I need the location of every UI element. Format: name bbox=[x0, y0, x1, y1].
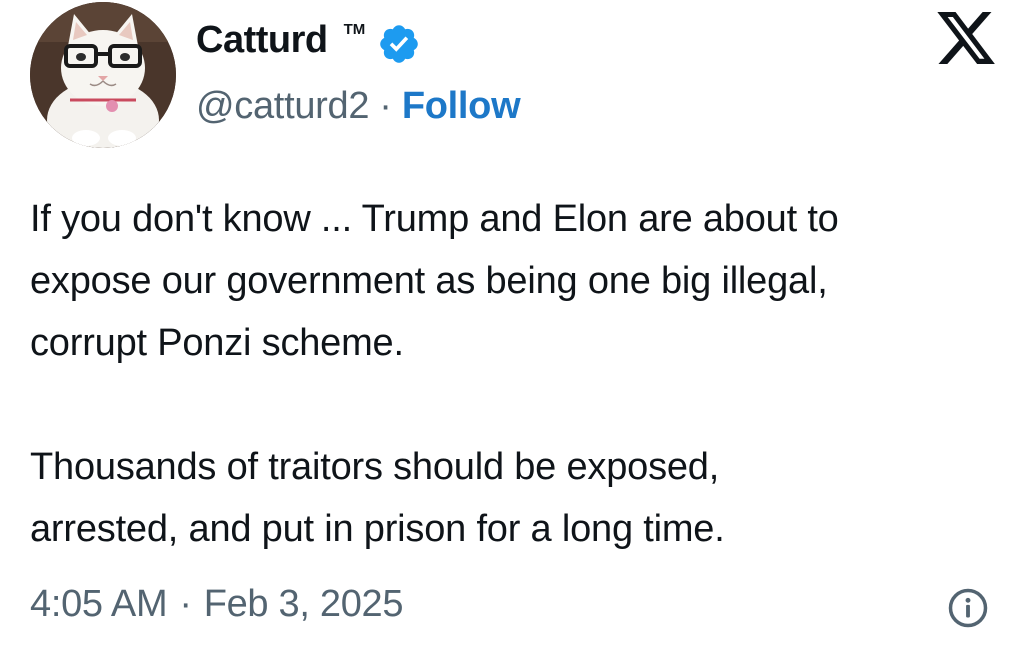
tweet-time: 4:05 AM bbox=[30, 582, 168, 625]
author-handle-row: @catturd2 · Follow bbox=[196, 80, 521, 132]
timestamp-separator: · bbox=[179, 582, 192, 625]
tweet-paragraph: If you don't know ... Trump and Elon are… bbox=[30, 198, 839, 364]
tweet-paragraph: Thousands of traitors should be exposed,… bbox=[30, 446, 725, 550]
tweet-text: If you don't know ... Trump and Elon are… bbox=[30, 188, 1015, 560]
author-avatar[interactable] bbox=[30, 2, 176, 148]
tweet-timestamp[interactable]: 4:05 AM · Feb 3, 2025 bbox=[30, 578, 404, 630]
verified-badge-icon bbox=[380, 25, 419, 63]
author-display-name[interactable]: Catturd bbox=[196, 14, 328, 66]
trademark-symbol: TM bbox=[343, 21, 366, 38]
info-icon[interactable] bbox=[947, 587, 989, 629]
author-handle[interactable]: @catturd2 bbox=[196, 85, 369, 128]
tweet-date: Feb 3, 2025 bbox=[203, 582, 404, 625]
handle-separator: · bbox=[379, 84, 392, 127]
x-logo-icon[interactable] bbox=[932, 6, 1000, 70]
tweet-card: Catturd TM @catturd2 · Follow If you don… bbox=[0, 0, 1024, 646]
cat-with-glasses-avatar bbox=[30, 2, 176, 148]
follow-button[interactable]: Follow bbox=[402, 85, 521, 128]
author-name-row: Catturd TM bbox=[196, 14, 421, 70]
